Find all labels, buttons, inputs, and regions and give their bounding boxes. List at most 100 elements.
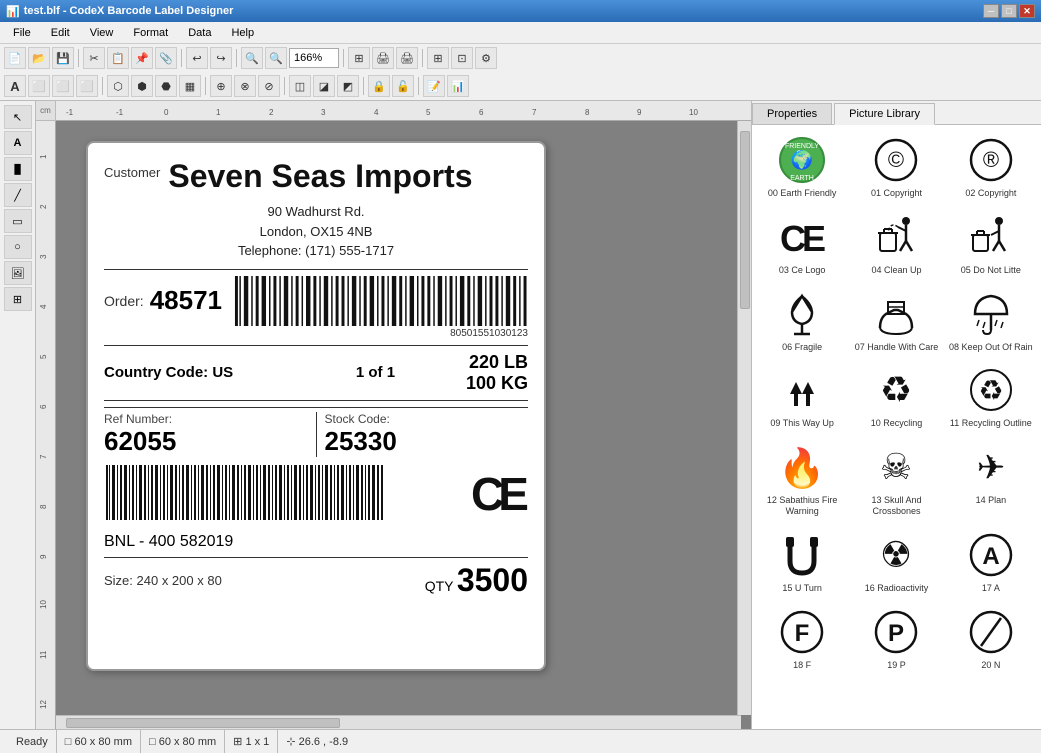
pic-item-19[interactable]: P 19 P — [850, 601, 942, 676]
pic-item-06[interactable]: 06 Fragile — [756, 283, 848, 358]
pic-item-12[interactable]: 🔥 12 Sabathius Fire Warning — [756, 436, 848, 522]
paste2-button[interactable]: 📎 — [155, 47, 177, 69]
layer-btn2[interactable]: ⊗ — [234, 75, 256, 97]
pic-label-19: 19 P — [887, 660, 906, 671]
tab-picture-library[interactable]: Picture Library — [834, 103, 935, 125]
settings-button[interactable]: ⚙ — [475, 47, 497, 69]
db-btn1[interactable]: ◫ — [289, 75, 311, 97]
lock-btn1[interactable]: 🔒 — [368, 75, 390, 97]
v-scrollbar[interactable] — [737, 121, 751, 715]
canvas-area[interactable]: cm -1 -1 0 1 2 3 4 5 6 7 8 9 10 1 — [36, 101, 751, 729]
align-center[interactable]: ⬜ — [52, 75, 74, 97]
obj-btn2[interactable]: ⬢ — [131, 75, 153, 97]
menu-file[interactable]: File — [4, 24, 40, 42]
svg-text:5: 5 — [39, 354, 48, 359]
obj-btn4[interactable]: ▦ — [179, 75, 201, 97]
close-button[interactable]: ✕ — [1019, 4, 1035, 18]
db-btn3[interactable]: ◩ — [337, 75, 359, 97]
table-tool[interactable]: ⊞ — [4, 287, 32, 311]
qty-label: QTY — [425, 578, 454, 594]
minimize-button[interactable]: ─ — [983, 4, 999, 18]
sep9 — [363, 77, 364, 95]
pic-item-08[interactable]: 08 Keep Out Of Rain — [945, 283, 1037, 358]
print-preview-button[interactable]: 🖨 — [372, 47, 394, 69]
sep10 — [418, 77, 419, 95]
rect-tool[interactable]: ▭ — [4, 209, 32, 233]
svg-text:F: F — [795, 620, 810, 647]
pic-item-04[interactable]: 04 Clean Up — [850, 206, 942, 281]
weight: 220 LB 100 KG — [466, 352, 528, 394]
grid-button[interactable]: ⊞ — [427, 47, 449, 69]
select-tool[interactable]: ↖ — [4, 105, 32, 129]
tab-properties[interactable]: Properties — [752, 103, 832, 124]
h-scrollbar[interactable] — [56, 715, 741, 729]
text-btn[interactable]: A — [4, 75, 26, 97]
text-tool[interactable]: A — [4, 131, 32, 155]
pic-icon-13: ☠ — [870, 441, 922, 493]
undo-button[interactable]: ↩ — [186, 47, 208, 69]
align-right[interactable]: ⬜ — [76, 75, 98, 97]
copy-button[interactable]: 📋 — [107, 47, 129, 69]
db-btn2[interactable]: ◪ — [313, 75, 335, 97]
menu-format[interactable]: Format — [124, 24, 177, 42]
pic-item-15[interactable]: 15 U Turn — [756, 524, 848, 599]
svg-text:12: 12 — [39, 700, 48, 709]
script-btn1[interactable]: 📝 — [423, 75, 445, 97]
pic-item-01[interactable]: © 01 Copyright — [850, 129, 942, 204]
redo-button[interactable]: ↪ — [210, 47, 232, 69]
pic-item-16[interactable]: ☢ 16 Radioactivity — [850, 524, 942, 599]
pic-item-02[interactable]: ® 02 Copyright — [945, 129, 1037, 204]
pic-item-07[interactable]: 07 Handle With Care — [850, 283, 942, 358]
cut-button[interactable]: ✂ — [83, 47, 105, 69]
barcode-tool[interactable]: ▐▌ — [4, 157, 32, 181]
obj-btn3[interactable]: ⬣ — [155, 75, 177, 97]
pic-item-00[interactable]: 🌍 EARTH FRIENDLY 00 Earth Friendly — [756, 129, 848, 204]
align-left[interactable]: ⬜ — [28, 75, 50, 97]
title-bar-left: 📊 test.blf - CodeX Barcode Label Designe… — [6, 5, 233, 18]
pic-item-13[interactable]: ☠ 13 Skull And Crossbones — [850, 436, 942, 522]
snap-button[interactable]: ⊡ — [451, 47, 473, 69]
pic-icon-10: ♻ — [870, 364, 922, 416]
pic-icon-04 — [870, 211, 922, 263]
pic-item-18[interactable]: F 18 F — [756, 601, 848, 676]
fit-button[interactable]: ⊞ — [348, 47, 370, 69]
svg-text:2: 2 — [39, 204, 48, 209]
pic-item-09[interactable]: 09 This Way Up — [756, 359, 848, 434]
layer-btn3[interactable]: ⊘ — [258, 75, 280, 97]
middle-row: Country Code: US 1 of 1 220 LB 100 KG — [104, 352, 528, 394]
line-tool[interactable]: ╱ — [4, 183, 32, 207]
weight2: 100 KG — [466, 373, 528, 394]
obj-btn1[interactable]: ⬡ — [107, 75, 129, 97]
zoom-in-button[interactable]: 🔍 — [265, 47, 287, 69]
menu-view[interactable]: View — [81, 24, 123, 42]
left-toolbar: ↖ A ▐▌ ╱ ▭ ○ 🖼 ⊞ — [0, 101, 36, 729]
paste-button[interactable]: 📌 — [131, 47, 153, 69]
ellipse-tool[interactable]: ○ — [4, 235, 32, 259]
pic-item-17[interactable]: A 17 A — [945, 524, 1037, 599]
ruler-vertical: 1 2 3 4 5 6 7 8 9 10 11 12 — [36, 121, 56, 729]
image-tool[interactable]: 🖼 — [4, 261, 32, 285]
menu-edit[interactable]: Edit — [42, 24, 79, 42]
lock-btn2[interactable]: 🔓 — [392, 75, 414, 97]
label-canvas[interactable]: Customer Seven Seas Imports 90 Wadhurst … — [86, 141, 546, 671]
open-button[interactable]: 📂 — [28, 47, 50, 69]
svg-text:☠: ☠ — [880, 446, 912, 487]
zoom-out-button[interactable]: 🔍 — [241, 47, 263, 69]
zoom-input[interactable] — [289, 48, 339, 68]
maximize-button[interactable]: □ — [1001, 4, 1017, 18]
pic-item-03[interactable]: CE 03 Ce Logo — [756, 206, 848, 281]
pic-item-14[interactable]: ✈ 14 Plan — [945, 436, 1037, 522]
menu-help[interactable]: Help — [222, 24, 263, 42]
pic-item-20[interactable]: 20 N — [945, 601, 1037, 676]
print-button[interactable]: 🖨 — [396, 47, 418, 69]
size2-icon: □ — [149, 736, 156, 748]
pic-item-05[interactable]: 05 Do Not Litte — [945, 206, 1037, 281]
script-btn2[interactable]: 📊 — [447, 75, 469, 97]
save-button[interactable]: 💾 — [52, 47, 74, 69]
new-button[interactable]: 📄 — [4, 47, 26, 69]
menu-data[interactable]: Data — [179, 24, 220, 42]
pic-item-10[interactable]: ♻ 10 Recycling — [850, 359, 942, 434]
layer-btn1[interactable]: ⊕ — [210, 75, 232, 97]
barcode1-number: 80501551030123 — [104, 328, 528, 339]
pic-item-11[interactable]: ♻ 11 Recycling Outline — [945, 359, 1037, 434]
